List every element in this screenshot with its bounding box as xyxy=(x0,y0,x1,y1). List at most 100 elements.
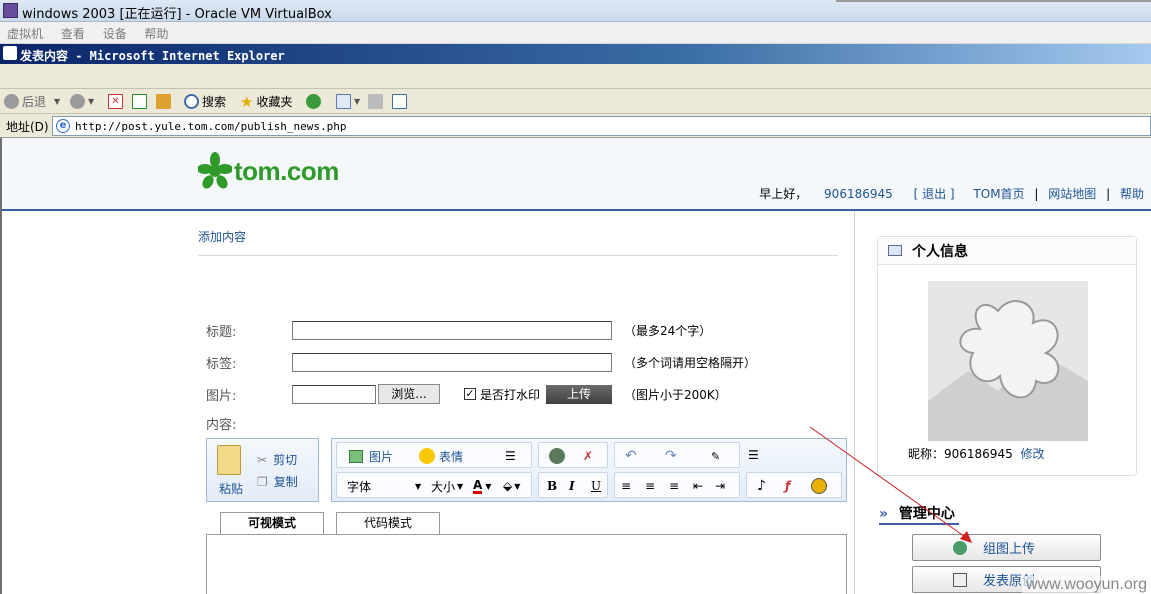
back-button[interactable]: 后退 ▼ xyxy=(4,93,60,110)
cut-button[interactable]: ✂ 剪切 xyxy=(257,451,297,468)
vbox-menu-help[interactable]: 帮助 xyxy=(138,22,176,45)
insert-link-button[interactable] xyxy=(549,448,565,464)
id-card-icon xyxy=(888,245,902,256)
ie-window-icon xyxy=(3,46,17,60)
edit-button[interactable] xyxy=(392,93,410,110)
tab-code-mode[interactable]: 代码模式 xyxy=(336,512,440,534)
indent-icon: ⇥ xyxy=(715,479,726,493)
nav-sitemap[interactable]: 网站地图 xyxy=(1048,187,1096,201)
more-group: ☰ xyxy=(746,442,776,468)
main-content: 添加内容 xyxy=(198,228,838,256)
indent-button[interactable]: ⇥ xyxy=(715,478,725,494)
smiley-icon xyxy=(419,448,435,464)
bold-button[interactable]: B xyxy=(547,478,557,494)
personal-info-title: 个人信息 xyxy=(912,243,968,260)
spellcheck-icon: ✎ xyxy=(711,449,721,463)
align-right-icon: ≡ xyxy=(669,479,680,493)
favorites-label: 收藏夹 xyxy=(256,95,293,109)
print-button[interactable] xyxy=(368,93,386,110)
username-link[interactable]: 906186945 xyxy=(824,187,893,201)
unlink-button[interactable]: ✗ xyxy=(583,448,593,464)
address-input[interactable]: e http://post.yule.tom.com/publish_news.… xyxy=(52,116,1151,136)
nav-help[interactable]: 帮助 xyxy=(1120,187,1144,201)
chevron-down-icon: ▼ xyxy=(415,481,422,491)
underline-button[interactable]: U xyxy=(591,478,601,494)
personal-info-header: 个人信息 xyxy=(878,237,1136,265)
stop-button[interactable]: ✕ xyxy=(108,93,126,110)
align-right-button[interactable]: ≡ xyxy=(669,478,679,494)
vbox-menu-machine[interactable]: 虚拟机 xyxy=(0,22,50,45)
tom-logo[interactable]: tom.com xyxy=(198,152,339,190)
nav-tom-home[interactable]: TOM首页 xyxy=(973,187,1024,201)
emoticon-button[interactable]: 表情 xyxy=(419,448,463,464)
insert-image-label: 图片 xyxy=(369,449,394,464)
paste-button[interactable]: 粘贴 xyxy=(219,480,243,497)
refresh-icon xyxy=(132,94,147,109)
stop-icon: ✕ xyxy=(108,94,123,109)
document-icon xyxy=(953,573,967,587)
flash-icon: ƒ xyxy=(785,479,791,493)
modify-link[interactable]: 修改 xyxy=(1021,447,1045,461)
address-url: http://post.yule.tom.com/publish_news.ph… xyxy=(75,120,347,133)
highlight-button[interactable]: ⬙ ▼ xyxy=(503,478,520,494)
clipboard-group: 粘贴 ✂ 剪切 ❐ 复制 xyxy=(206,438,319,502)
image-row: 图片: 浏览... ✓ 是否打水印 上传 （图片小于200K） xyxy=(206,384,727,404)
link-group: ✗ xyxy=(538,442,608,468)
align-center-button[interactable]: ≡ xyxy=(645,478,655,494)
link-icon xyxy=(549,448,565,464)
outdent-button[interactable]: ⇤ xyxy=(693,478,703,494)
content-label: 内容: xyxy=(206,417,237,433)
logout-link[interactable]: [ 退出 ] xyxy=(914,187,955,201)
music-button[interactable]: ♪ xyxy=(757,478,766,494)
ie-address-bar: 地址(D) e http://post.yule.tom.com/publish… xyxy=(0,114,1151,138)
breadcrumb[interactable]: 添加内容 xyxy=(198,228,838,256)
font-color-button[interactable]: A ▼ xyxy=(473,478,491,494)
chevron-down-icon: ▼ xyxy=(54,97,61,106)
favorites-button[interactable]: ★ 收藏夹 xyxy=(240,93,293,111)
refresh-button[interactable] xyxy=(132,93,150,110)
virtualbox-icon xyxy=(3,3,18,18)
search-button[interactable]: 搜索 xyxy=(184,93,226,110)
align-left-button[interactable]: ≡ xyxy=(621,478,631,494)
insert-image-button[interactable]: 图片 xyxy=(349,448,393,464)
align-left-icon: ≡ xyxy=(621,479,632,493)
scissors-icon: ✂ xyxy=(257,452,268,467)
image-label: 图片: xyxy=(206,388,237,404)
more-button[interactable]: ☰ xyxy=(748,447,759,463)
vbox-menu-devices[interactable]: 设备 xyxy=(96,22,134,45)
mail-button[interactable]: ▼ xyxy=(336,93,360,110)
unlink-icon: ✗ xyxy=(583,449,594,463)
tags-input[interactable] xyxy=(292,352,612,372)
highlight-icon: ⬙ xyxy=(503,479,513,493)
undo-button[interactable]: ↶ xyxy=(625,448,637,464)
media-button[interactable] xyxy=(306,93,324,110)
vbox-menu-bar: 虚拟机 查看 设备 帮助 xyxy=(0,22,1151,44)
forward-button[interactable]: ▼ xyxy=(70,93,94,110)
font-color-icon: A xyxy=(473,477,483,494)
style-group: B I U xyxy=(538,472,608,498)
ie-menu-bar xyxy=(0,64,1151,89)
editor-content-area[interactable] xyxy=(206,534,847,594)
font-family-select[interactable]: 字体 ▼ xyxy=(347,478,421,494)
chevron-down-icon: ▼ xyxy=(457,481,464,491)
redo-button[interactable]: ↷ xyxy=(665,448,677,464)
flash-button[interactable]: ƒ xyxy=(785,478,790,494)
table-button[interactable]: ☰ xyxy=(505,448,516,464)
copy-button[interactable]: ❐ 复制 xyxy=(257,473,298,490)
font-size-select[interactable]: 大小 ▼ xyxy=(431,478,463,494)
watermark-checkbox[interactable]: ✓ xyxy=(464,388,476,400)
vbox-menu-view[interactable]: 查看 xyxy=(54,22,92,45)
title-input[interactable] xyxy=(292,320,612,340)
outdent-icon: ⇤ xyxy=(693,479,704,493)
upload-button[interactable]: 上传 xyxy=(546,384,613,404)
image-file-input[interactable] xyxy=(292,384,376,404)
annotation-arrow xyxy=(809,426,972,543)
browse-button[interactable]: 浏览... xyxy=(378,384,440,404)
group-image-upload-label: 组图上传 xyxy=(983,542,1036,557)
undo-icon: ↶ xyxy=(625,448,637,464)
paste-icon xyxy=(217,445,241,475)
home-button[interactable] xyxy=(156,93,174,110)
tab-visual-mode[interactable]: 可视模式 xyxy=(220,512,324,534)
italic-button[interactable]: I xyxy=(569,478,575,494)
spellcheck-button[interactable]: ✎ xyxy=(711,448,720,464)
